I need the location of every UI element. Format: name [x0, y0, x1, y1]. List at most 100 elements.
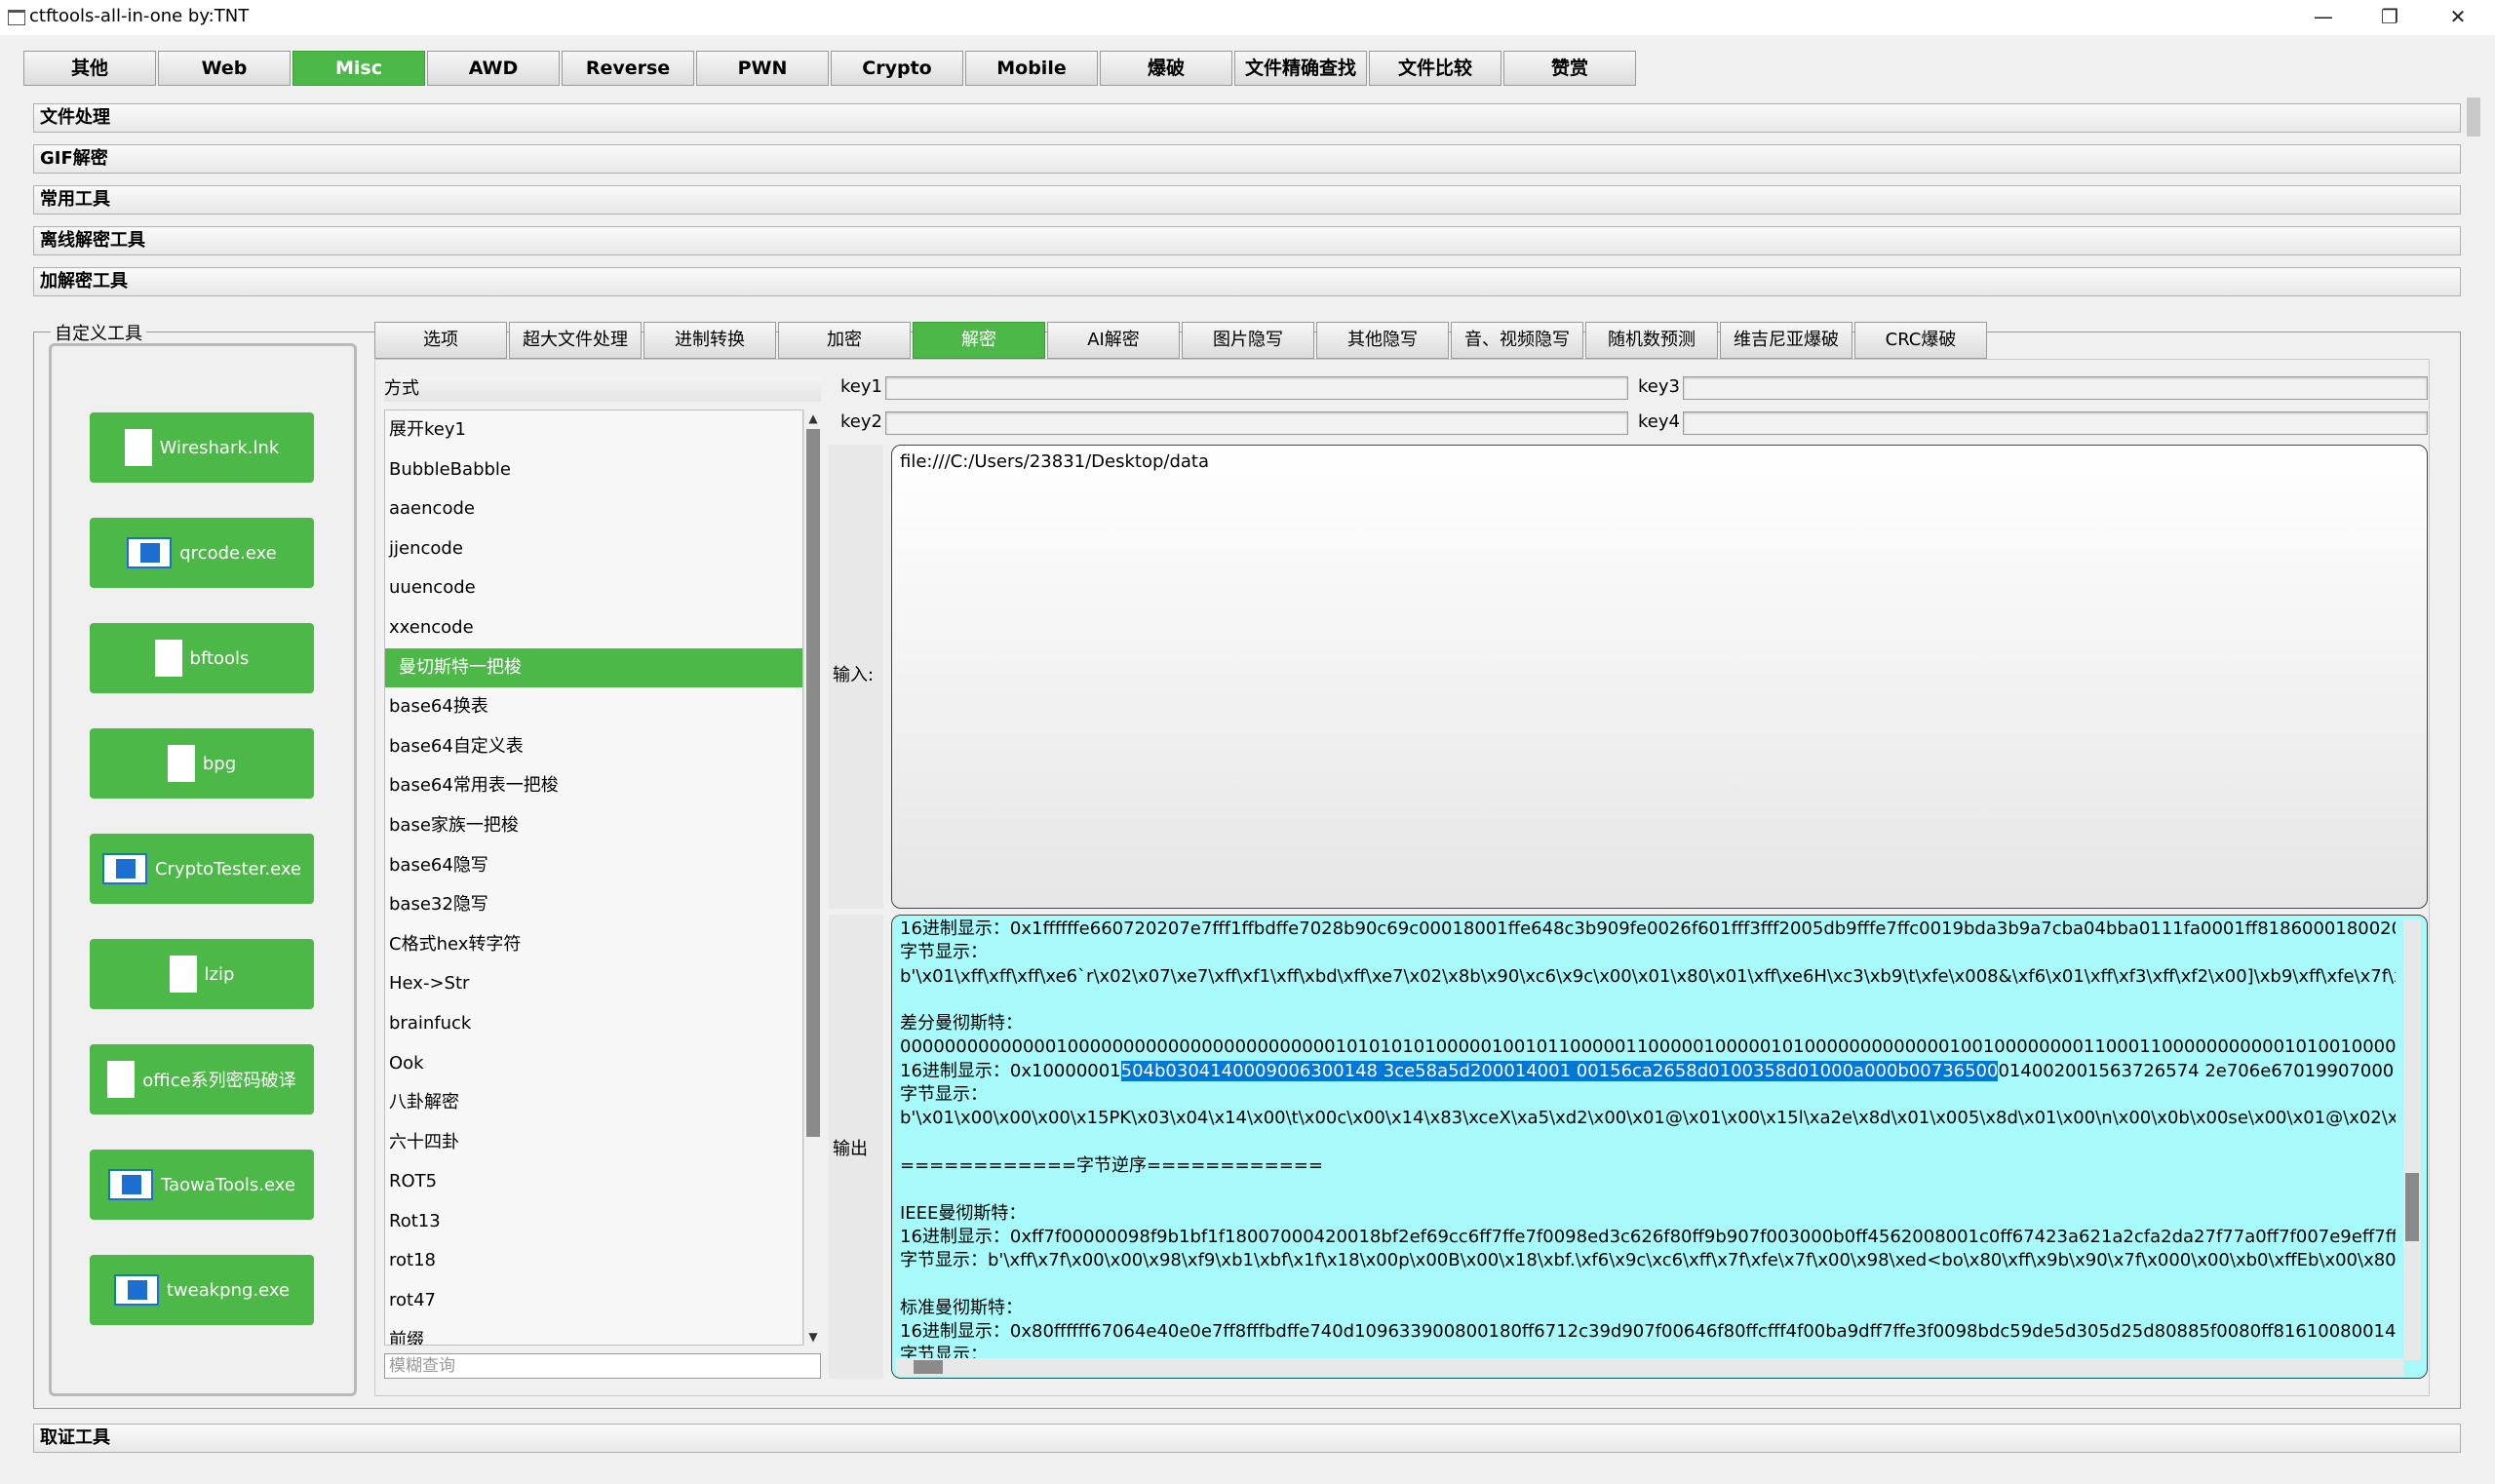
scroll-down-icon[interactable]: ▼ [804, 1328, 822, 1346]
list-item[interactable]: uuencode [385, 568, 802, 608]
title-bar: ctftools-all-in-one by:TNT — ❐ ✕ [0, 0, 2495, 35]
tab-other[interactable]: 其他 [23, 51, 156, 86]
tool-cryptotester-button[interactable]: CryptoTester.exe [90, 834, 314, 904]
list-item[interactable]: base32隐写 [385, 885, 802, 925]
list-item[interactable]: 展开key1 [385, 410, 802, 450]
section-file-processing[interactable]: 文件处理 [33, 103, 2461, 133]
output-line-hex-selected: 16进制显示：0x10000001504b0304140009006300148… [900, 1060, 2396, 1083]
section-encrypt-decrypt[interactable]: 加解密工具 [33, 267, 2461, 296]
method-list[interactable]: 展开key1 BubbleBabble aaencode jjencode uu… [384, 410, 803, 1346]
list-item[interactable]: 八卦解密 [385, 1083, 802, 1123]
list-item[interactable]: aaencode [385, 489, 802, 529]
key1-label: key1 [840, 376, 882, 397]
window-title: ctftools-all-in-one by:TNT [29, 6, 250, 26]
list-item[interactable]: Ook [385, 1044, 802, 1084]
section-forensics-tools[interactable]: 取证工具 [33, 1424, 2461, 1453]
list-item[interactable]: base64自定义表 [385, 727, 802, 767]
tool-label: bpg [202, 753, 237, 774]
tool-office-crack-button[interactable]: office系列密码破译 [90, 1044, 314, 1114]
section-offline-decrypt[interactable]: 离线解密工具 [33, 226, 2461, 255]
tool-lzip-button[interactable]: lzip [90, 939, 314, 1009]
section-common-tools[interactable]: 常用工具 [33, 185, 2461, 215]
list-item[interactable]: base64换表 [385, 687, 802, 727]
output-label: 输出 [829, 915, 883, 1379]
tab-mobile[interactable]: Mobile [965, 51, 1098, 86]
list-item[interactable]: rot18 [385, 1241, 802, 1281]
subtab-encrypt[interactable]: 加密 [778, 322, 911, 359]
list-item[interactable]: BubbleBabble [385, 450, 802, 490]
tab-bruteforce[interactable]: 爆破 [1100, 51, 1232, 86]
subtab-options[interactable]: 选项 [374, 322, 507, 359]
key3-input[interactable] [1683, 376, 2428, 400]
list-item[interactable]: Rot13 [385, 1202, 802, 1242]
list-item[interactable]: Hex->Str [385, 964, 802, 1004]
tool-taowatools-button[interactable]: TaowaTools.exe [90, 1150, 314, 1220]
output-line: 16进制显示：0x80ffffff67064e40e0e7ff8fffbdffe… [900, 1321, 2396, 1343]
tool-qrcode-button[interactable]: qrcode.exe [90, 518, 314, 588]
subtab-base-convert[interactable]: 进制转换 [643, 322, 776, 359]
output-textarea[interactable]: 16进制显示：0x1ffffffe660720207e7fff1ffbdffe7… [891, 915, 2428, 1379]
page-scrollbar[interactable] [2467, 98, 2480, 137]
subtab-large-file[interactable]: 超大文件处理 [509, 322, 642, 359]
list-item[interactable]: 前缀 [385, 1321, 802, 1345]
subtab-decrypt[interactable]: 解密 [913, 322, 1045, 359]
close-button[interactable]: ✕ [2426, 0, 2490, 35]
tab-misc[interactable]: Misc [292, 51, 425, 86]
list-item[interactable]: rot47 [385, 1281, 802, 1321]
list-item[interactable]: 六十四卦 [385, 1123, 802, 1163]
output-line: 标准曼彻斯特： [900, 1297, 1023, 1318]
scroll-up-icon[interactable]: ▲ [804, 410, 822, 427]
scroll-thumb[interactable] [806, 429, 820, 1137]
output-vertical-scrollbar[interactable] [2403, 919, 2421, 1360]
list-item[interactable]: base64隐写 [385, 846, 802, 886]
file-icon [154, 640, 182, 677]
output-line: IEEE曼彻斯特： [900, 1202, 1027, 1224]
subtab-ai-decrypt[interactable]: AI解密 [1047, 322, 1180, 359]
tab-crypto[interactable]: Crypto [831, 51, 963, 86]
output-line: 16进制显示：0x1ffffffe660720207e7fff1ffbdffe7… [900, 918, 2396, 939]
tab-pwn[interactable]: PWN [696, 51, 829, 86]
key1-input[interactable] [885, 376, 1628, 400]
list-item[interactable]: base家族一把梭 [385, 806, 802, 846]
subtab-random-predict[interactable]: 随机数预测 [1585, 322, 1718, 359]
list-item[interactable]: base64常用表一把梭 [385, 766, 802, 806]
list-item[interactable]: C格式hex转字符 [385, 925, 802, 965]
subtab-crc-brute[interactable]: CRC爆破 [1854, 322, 1987, 359]
subtab-vigenere-brute[interactable]: 维吉尼亚爆破 [1720, 322, 1852, 359]
list-item[interactable]: brainfuck [385, 1004, 802, 1044]
tab-donate[interactable]: 赞赏 [1503, 51, 1636, 86]
file-icon [169, 956, 197, 993]
subtab-av-stego[interactable]: 音、视频隐写 [1451, 322, 1583, 359]
scroll-thumb[interactable] [2405, 1173, 2419, 1241]
tool-bftools-button[interactable]: bftools [90, 623, 314, 693]
subtab-other-stego[interactable]: 其他隐写 [1316, 322, 1449, 359]
restore-button[interactable]: ❐ [2358, 0, 2422, 35]
tab-file-search[interactable]: 文件精确查找 [1234, 51, 1367, 86]
input-textarea[interactable]: file:///C:/Users/23831/Desktop/data [891, 445, 2428, 909]
tab-file-compare[interactable]: 文件比较 [1369, 51, 1501, 86]
tab-awd[interactable]: AWD [427, 51, 560, 86]
key2-input[interactable] [885, 411, 1628, 435]
subtab-image-stego[interactable]: 图片隐写 [1182, 322, 1314, 359]
tool-tweakpng-button[interactable]: tweakpng.exe [90, 1255, 314, 1325]
output-line-prefix: 16进制显示：0x10000001 [900, 1060, 1121, 1081]
scroll-thumb[interactable] [914, 1360, 943, 1374]
list-item[interactable]: jjencode [385, 529, 802, 569]
method-list-scrollbar[interactable]: ▲ ▼ [803, 410, 822, 1346]
minimize-button[interactable]: — [2291, 0, 2356, 35]
list-item[interactable]: xxencode [385, 608, 802, 648]
output-horizontal-scrollbar[interactable] [896, 1358, 2403, 1376]
method-label: 方式 [384, 376, 821, 402]
list-item-selected[interactable]: 曼切斯特一把梭 [385, 647, 802, 688]
tab-reverse[interactable]: Reverse [562, 51, 694, 86]
custom-tools-label: 自定义工具 [51, 320, 146, 345]
tool-wireshark-button[interactable]: Wireshark.lnk [90, 412, 314, 483]
tab-web[interactable]: Web [158, 51, 291, 86]
list-item[interactable]: ROT5 [385, 1162, 802, 1202]
key4-input[interactable] [1683, 411, 2428, 435]
section-gif-decrypt[interactable]: GIF解密 [33, 144, 2461, 174]
fuzzy-search-input[interactable]: 模糊查询 [384, 1353, 821, 1379]
tool-bpg-button[interactable]: bpg [90, 728, 314, 799]
